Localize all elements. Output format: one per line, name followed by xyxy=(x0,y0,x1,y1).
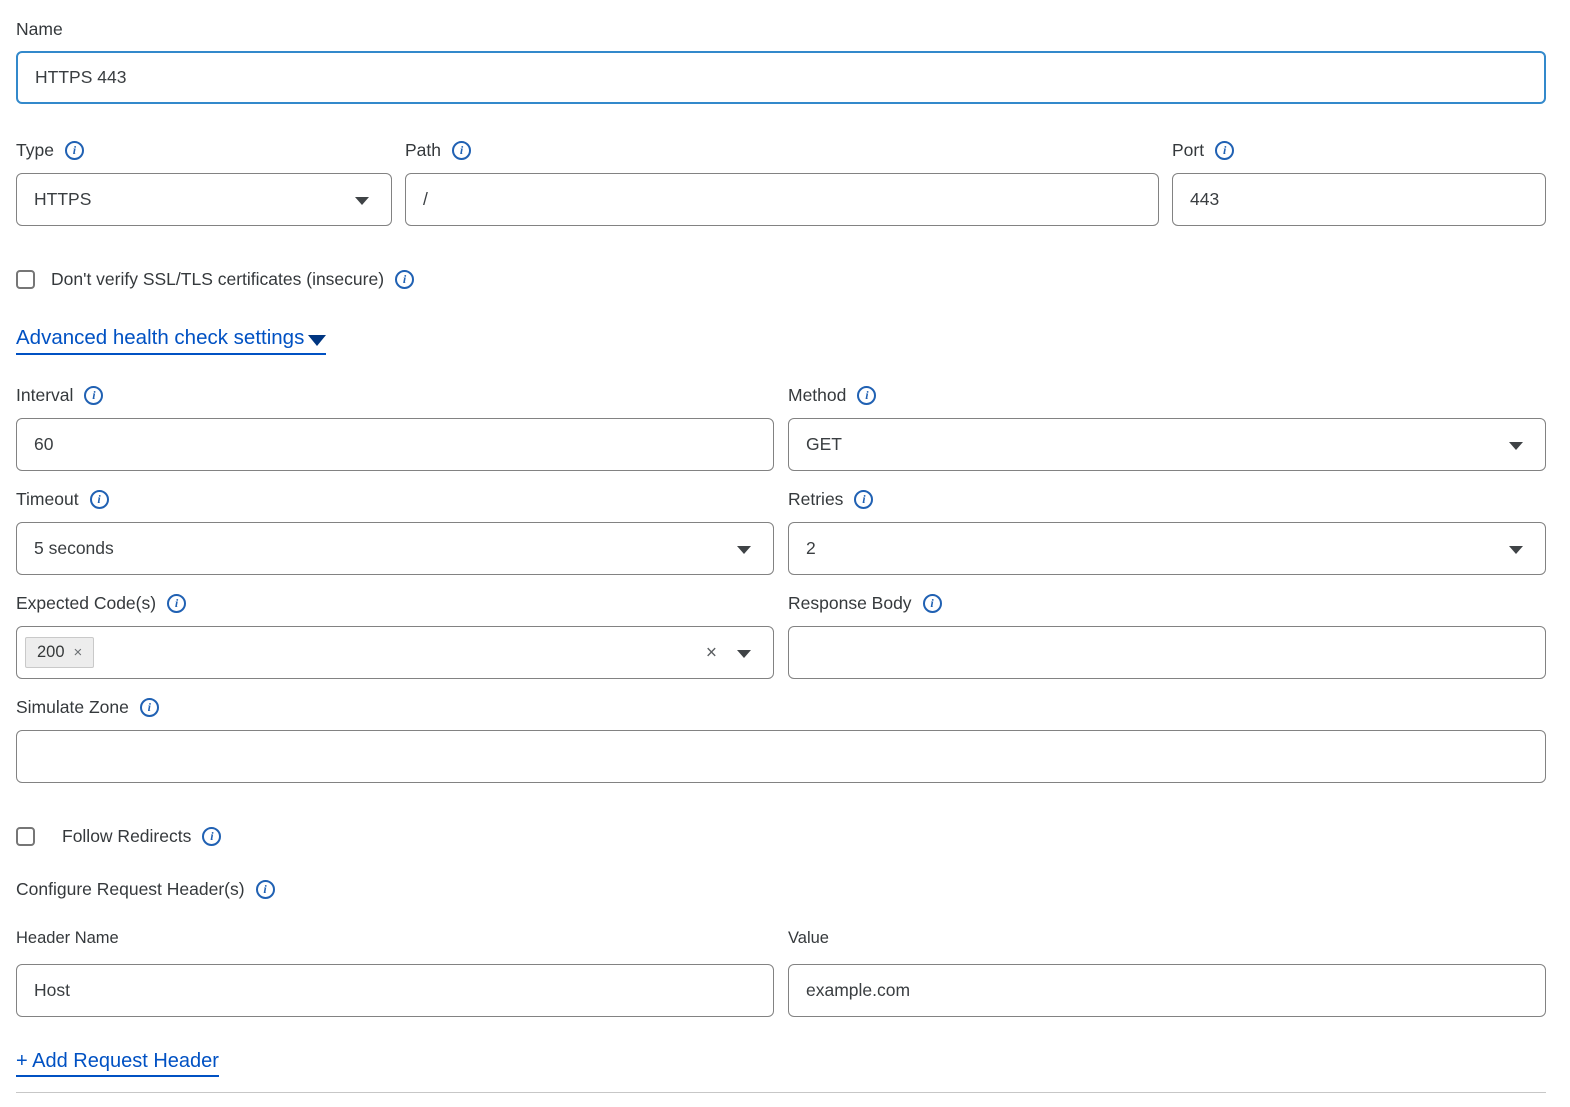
expected-codes-label: Expected Code(s) i xyxy=(16,592,774,615)
advanced-settings-link[interactable]: Advanced health check settings xyxy=(16,326,326,355)
simulate-zone-field: Simulate Zone i xyxy=(16,696,1546,783)
request-headers-section-label: Configure Request Header(s) i xyxy=(16,878,1546,901)
expected-codes-field: Expected Code(s) i 200 × × xyxy=(16,592,774,679)
name-input[interactable] xyxy=(16,51,1546,104)
expected-codes-multiselect[interactable]: 200 × × xyxy=(16,626,774,679)
timeout-selected-value: 5 seconds xyxy=(34,538,114,559)
timeout-select[interactable]: 5 seconds xyxy=(16,522,774,575)
port-field: Port i xyxy=(1172,139,1546,226)
retries-label: Retries i xyxy=(788,488,1546,511)
chevron-down-icon xyxy=(355,197,369,205)
path-label: Path i xyxy=(405,139,1159,162)
path-info-icon[interactable]: i xyxy=(452,141,471,160)
retries-selected-value: 2 xyxy=(806,538,816,559)
port-label: Port i xyxy=(1172,139,1546,162)
method-label: Method i xyxy=(788,384,1546,407)
header-name-label: Header Name xyxy=(16,927,774,949)
header-value-label: Value xyxy=(788,927,1546,949)
path-input[interactable] xyxy=(405,173,1159,226)
simulate-zone-input[interactable] xyxy=(16,730,1546,783)
request-headers-info-icon[interactable]: i xyxy=(256,880,275,899)
method-select[interactable]: GET xyxy=(788,418,1546,471)
chevron-down-icon xyxy=(1509,442,1523,450)
health-check-form: Name Type i HTTPS Path i Port i xyxy=(0,0,1570,1093)
retries-field: Retries i 2 xyxy=(788,488,1546,575)
interval-input[interactable] xyxy=(16,418,774,471)
timeout-field: Timeout i 5 seconds xyxy=(16,488,774,575)
expected-codes-info-icon[interactable]: i xyxy=(167,594,186,613)
expected-code-chip-value: 200 xyxy=(37,643,65,662)
advanced-fields-grid: Interval i Method i GET Timeout i 5 seco… xyxy=(16,384,1546,696)
method-selected-value: GET xyxy=(806,434,842,455)
timeout-label: Timeout i xyxy=(16,488,774,511)
expected-code-chip: 200 × xyxy=(25,637,94,668)
advanced-caret-icon xyxy=(308,335,326,346)
retries-info-icon[interactable]: i xyxy=(854,490,873,509)
verify-ssl-row: Don't verify SSL/TLS certificates (insec… xyxy=(16,269,1546,290)
advanced-settings-row: Advanced health check settings xyxy=(16,326,1546,355)
method-info-icon[interactable]: i xyxy=(857,386,876,405)
header-name-input[interactable] xyxy=(16,964,774,1017)
port-info-icon[interactable]: i xyxy=(1215,141,1234,160)
add-request-header-row: + Add Request Header xyxy=(16,1050,1546,1077)
verify-ssl-label: Don't verify SSL/TLS certificates (insec… xyxy=(51,269,384,290)
follow-redirects-checkbox[interactable] xyxy=(16,827,35,846)
interval-info-icon[interactable]: i xyxy=(84,386,103,405)
response-body-label: Response Body i xyxy=(788,592,1546,615)
response-body-field: Response Body i xyxy=(788,592,1546,679)
response-body-info-icon[interactable]: i xyxy=(923,594,942,613)
simulate-zone-info-icon[interactable]: i xyxy=(140,698,159,717)
name-label: Name xyxy=(16,18,1546,41)
follow-redirects-row: Follow Redirects i xyxy=(16,826,1546,847)
simulate-zone-label: Simulate Zone i xyxy=(16,696,1546,719)
retries-select[interactable]: 2 xyxy=(788,522,1546,575)
response-body-input[interactable] xyxy=(788,626,1546,679)
chip-remove-icon[interactable]: × xyxy=(74,644,83,661)
type-info-icon[interactable]: i xyxy=(65,141,84,160)
request-header-row: Header Name Value xyxy=(16,927,1546,1017)
type-path-port-row: Type i HTTPS Path i Port i xyxy=(16,139,1546,226)
port-input[interactable] xyxy=(1172,173,1546,226)
interval-label: Interval i xyxy=(16,384,774,407)
header-value-field: Value xyxy=(788,927,1546,1017)
interval-field: Interval i xyxy=(16,384,774,471)
verify-ssl-info-icon[interactable]: i xyxy=(395,270,414,289)
method-field: Method i GET xyxy=(788,384,1546,471)
chevron-down-icon xyxy=(737,546,751,554)
verify-ssl-checkbox[interactable] xyxy=(16,270,35,289)
clear-all-icon[interactable]: × xyxy=(706,643,717,662)
follow-redirects-label: Follow Redirects xyxy=(62,826,191,847)
chevron-down-icon xyxy=(737,650,751,658)
add-request-header-link[interactable]: + Add Request Header xyxy=(16,1050,219,1077)
type-field: Type i HTTPS xyxy=(16,139,392,226)
type-selected-value: HTTPS xyxy=(34,189,91,210)
header-value-input[interactable] xyxy=(788,964,1546,1017)
type-select[interactable]: HTTPS xyxy=(16,173,392,226)
timeout-info-icon[interactable]: i xyxy=(90,490,109,509)
chevron-down-icon xyxy=(1509,546,1523,554)
type-label: Type i xyxy=(16,139,392,162)
section-divider xyxy=(16,1092,1546,1093)
header-name-field: Header Name xyxy=(16,927,774,1017)
follow-redirects-info-icon[interactable]: i xyxy=(202,827,221,846)
path-field: Path i xyxy=(405,139,1159,226)
name-field: Name xyxy=(16,18,1546,104)
